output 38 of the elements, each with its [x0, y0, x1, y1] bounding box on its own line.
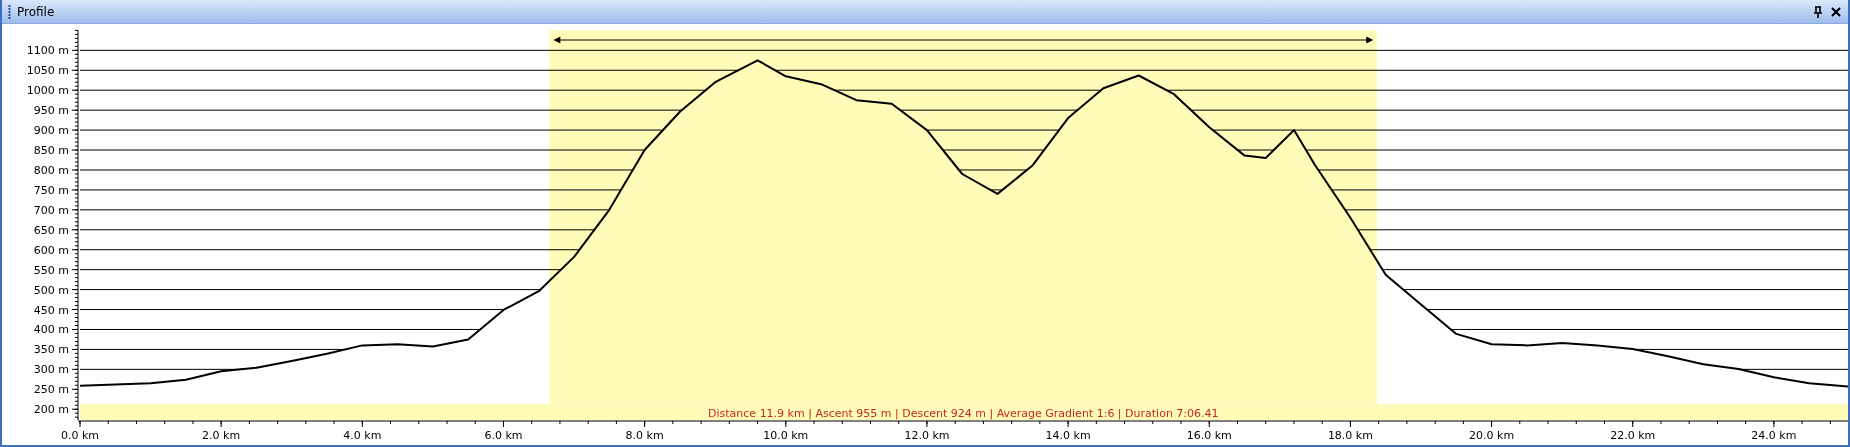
x-tick-label: 8.0 km [625, 429, 664, 442]
pin-icon[interactable] [1812, 5, 1824, 18]
y-tick-label: 600 m [33, 243, 69, 257]
x-tick-label: 24.0 km [1751, 429, 1797, 442]
x-tick-label: 2.0 km [202, 429, 241, 442]
x-tick-label: 20.0 km [1469, 429, 1515, 442]
y-tick-label: 1050 m [26, 64, 69, 78]
x-tick-label: 16.0 km [1186, 429, 1232, 442]
y-tick-label: 750 m [33, 183, 69, 197]
y-tick-label: 500 m [33, 283, 69, 297]
y-tick-label: 700 m [33, 203, 69, 217]
x-tick-label: 6.0 km [484, 429, 523, 442]
grip-icon[interactable] [8, 3, 11, 20]
x-tick-label: 4.0 km [343, 429, 382, 442]
x-tick-label: 10.0 km [763, 429, 809, 442]
y-tick-label: 1000 m [26, 84, 69, 98]
x-tick-label: 12.0 km [904, 429, 950, 442]
x-tick-label: 18.0 km [1327, 429, 1373, 442]
x-tick-label: 0.0 km [60, 429, 100, 442]
y-tick-label: 300 m [33, 363, 69, 377]
x-tick-label: 22.0 km [1610, 429, 1656, 442]
route-summary: Distance 11.9 km | Ascent 955 m | Descent 924 m | Average Gradient 1:6 | Duration 7:06.41 [708, 407, 1219, 420]
window-title: Profile [17, 4, 55, 19]
close-icon[interactable] [1830, 5, 1842, 18]
y-tick-label: 650 m [33, 223, 69, 237]
y-tick-label: 350 m [33, 343, 69, 357]
y-tick-label: 550 m [33, 263, 69, 277]
y-tick-label: 400 m [33, 323, 69, 337]
x-tick-label: 14.0 km [1045, 429, 1091, 442]
y-tick-label: 800 m [33, 163, 69, 177]
y-tick-label: 950 m [33, 104, 69, 118]
y-tick-label: 1100 m [26, 44, 69, 58]
y-tick-label: 250 m [33, 383, 69, 397]
y-tick-label: 900 m [33, 124, 69, 138]
y-tick-label: 850 m [33, 144, 69, 158]
y-tick-label: 200 m [33, 403, 69, 417]
selection-highlight[interactable] [549, 30, 1378, 404]
y-tick-label: 450 m [33, 303, 69, 317]
